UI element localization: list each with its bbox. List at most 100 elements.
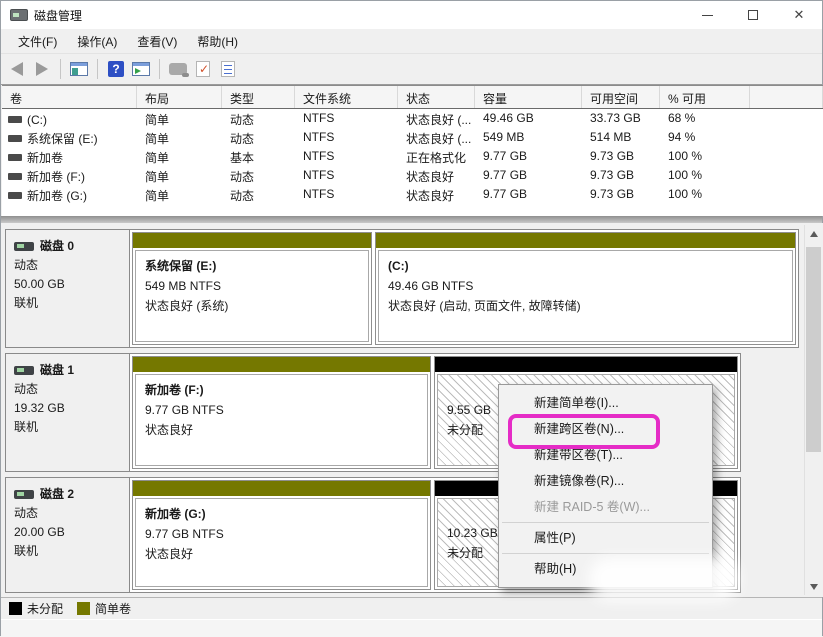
menu-file[interactable]: 文件(F)	[9, 30, 66, 53]
table-row[interactable]: 新加卷 (G:) 简单 动态 NTFS 状态良好 9.77 GB 9.73 GB…	[2, 185, 823, 204]
volume-layout: 简单	[137, 185, 222, 204]
scrollbar-thumb[interactable]	[806, 247, 821, 452]
menu-view[interactable]: 查看(V)	[128, 30, 186, 53]
volume-pct: 68 %	[660, 109, 750, 128]
volume-capacity: 9.77 GB	[475, 147, 582, 166]
disk-icon	[14, 242, 34, 251]
col-blank	[750, 86, 823, 108]
partition-status: 状态良好 (系统)	[145, 296, 359, 316]
volume-name: 新加卷	[27, 149, 63, 166]
menu-item-new-spanned-volume[interactable]: 新建跨区卷(N)...	[501, 416, 710, 442]
volume-free: 9.73 GB	[582, 166, 660, 185]
col-layout[interactable]: 布局	[137, 86, 222, 108]
disk-management-window: 磁盘管理 ✕ 文件(F) 操作(A) 查看(V) 帮助(H) ? 卷 布局 类型	[0, 0, 823, 636]
col-status[interactable]: 状态	[398, 86, 475, 108]
menu-item-new-mirrored-volume[interactable]: 新建镜像卷(R)...	[501, 468, 710, 494]
col-filesystem[interactable]: 文件系统	[295, 86, 398, 108]
toolbar-separator	[97, 59, 98, 79]
table-row[interactable]: 系统保留 (E:) 简单 动态 NTFS 状态良好 (... 549 MB 51…	[2, 128, 823, 147]
volume-capacity: 549 MB	[475, 128, 582, 147]
toolbar: ?	[1, 54, 822, 85]
volume-pct: 94 %	[660, 128, 750, 147]
partition-status: 状态良好	[145, 420, 418, 440]
menu-separator	[502, 553, 709, 554]
menu-item-properties[interactable]: 属性(P)	[501, 525, 710, 551]
table-row[interactable]: (C:) 简单 动态 NTFS 状态良好 (... 49.46 GB 33.73…	[2, 109, 823, 128]
disk1-label[interactable]: 磁盘 1 动态 19.32 GB 联机	[6, 354, 130, 471]
toolbar-separator	[60, 59, 61, 79]
show-console-tree-icon[interactable]	[69, 60, 89, 78]
table-row[interactable]: 新加卷 (F:) 简单 动态 NTFS 状态良好 9.77 GB 9.73 GB…	[2, 166, 823, 185]
volume-name: 新加卷 (G:)	[27, 187, 87, 204]
forward-icon[interactable]	[32, 60, 52, 78]
partition-g[interactable]: 新加卷 (G:) 9.77 GB NTFS 状态良好	[132, 480, 431, 590]
partition-title: 新加卷 (F:)	[145, 380, 418, 400]
volume-fs: NTFS	[295, 166, 398, 185]
partition-band	[133, 357, 430, 372]
window-title: 磁盘管理	[34, 7, 82, 24]
menu-item-new-simple-volume[interactable]: 新建简单卷(I)...	[501, 390, 710, 416]
volume-status: 状态良好 (...	[398, 128, 475, 147]
disk-icon	[14, 490, 34, 499]
help-icon[interactable]: ?	[106, 60, 126, 78]
disk-name: 磁盘 0	[40, 237, 74, 256]
volume-name: 系统保留 (E:)	[27, 130, 98, 147]
volume-icon	[8, 154, 22, 161]
show-action-pane-icon[interactable]	[131, 60, 151, 78]
disk-status: 联机	[14, 542, 123, 561]
disk-status: 联机	[14, 294, 123, 313]
task-list-icon[interactable]	[218, 60, 238, 78]
volume-capacity: 9.77 GB	[475, 166, 582, 185]
table-row[interactable]: 新加卷 简单 基本 NTFS 正在格式化 9.77 GB 9.73 GB 100…	[2, 147, 823, 166]
partition-system-reserved[interactable]: 系统保留 (E:) 549 MB NTFS 状态良好 (系统)	[132, 232, 372, 345]
back-icon[interactable]	[7, 60, 27, 78]
volume-type: 基本	[222, 147, 295, 166]
disk-type: 动态	[14, 380, 123, 399]
unallocated-swatch-icon	[9, 602, 22, 615]
display-options-icon[interactable]	[168, 60, 188, 78]
titlebar: 磁盘管理 ✕	[1, 1, 822, 29]
col-volume[interactable]: 卷	[2, 86, 137, 108]
partition-band	[133, 481, 430, 496]
volume-fs: NTFS	[295, 109, 398, 128]
disk-size: 20.00 GB	[14, 523, 123, 542]
maximize-button[interactable]	[730, 1, 776, 29]
scroll-down-icon[interactable]	[805, 578, 822, 595]
disk-type: 动态	[14, 256, 123, 275]
partition-size: 9.77 GB NTFS	[145, 524, 418, 544]
check-page-icon[interactable]	[193, 60, 213, 78]
disk0-label[interactable]: 磁盘 0 动态 50.00 GB 联机	[6, 230, 130, 347]
menu-action[interactable]: 操作(A)	[68, 30, 126, 53]
scroll-up-icon[interactable]	[805, 225, 822, 242]
disk-size: 50.00 GB	[14, 275, 123, 294]
volume-layout: 简单	[137, 128, 222, 147]
minimize-button[interactable]	[684, 1, 730, 29]
statusbar	[1, 619, 822, 637]
menu-item-new-striped-volume[interactable]: 新建带区卷(T)...	[501, 442, 710, 468]
close-button[interactable]: ✕	[776, 1, 822, 29]
vertical-scrollbar[interactable]	[804, 225, 821, 595]
col-capacity[interactable]: 容量	[475, 86, 582, 108]
legend-unallocated: 未分配	[9, 600, 63, 617]
menu-item-help[interactable]: 帮助(H)	[501, 556, 710, 582]
legend-bar: 未分配 简单卷	[1, 597, 822, 619]
menu-help[interactable]: 帮助(H)	[188, 30, 247, 53]
partition-c[interactable]: (C:) 49.46 GB NTFS 状态良好 (启动, 页面文件, 故障转储)	[375, 232, 796, 345]
panel-splitter[interactable]	[1, 216, 822, 223]
col-type[interactable]: 类型	[222, 86, 295, 108]
disk2-label[interactable]: 磁盘 2 动态 20.00 GB 联机	[6, 478, 130, 592]
volume-table-header: 卷 布局 类型 文件系统 状态 容量 可用空间 % 可用	[2, 86, 823, 109]
partition-title: 系统保留 (E:)	[145, 256, 359, 276]
minimize-icon	[702, 15, 713, 16]
col-pct-free[interactable]: % 可用	[660, 86, 750, 108]
volume-pct: 100 %	[660, 147, 750, 166]
volume-status: 正在格式化	[398, 147, 475, 166]
disk-status: 联机	[14, 418, 123, 437]
partition-f[interactable]: 新加卷 (F:) 9.77 GB NTFS 状态良好	[132, 356, 431, 469]
volume-status: 状态良好	[398, 166, 475, 185]
app-disk-icon	[10, 9, 28, 21]
legend-label: 简单卷	[95, 600, 131, 617]
col-free-space[interactable]: 可用空间	[582, 86, 660, 108]
volume-capacity: 9.77 GB	[475, 185, 582, 204]
volume-status: 状态良好 (...	[398, 109, 475, 128]
